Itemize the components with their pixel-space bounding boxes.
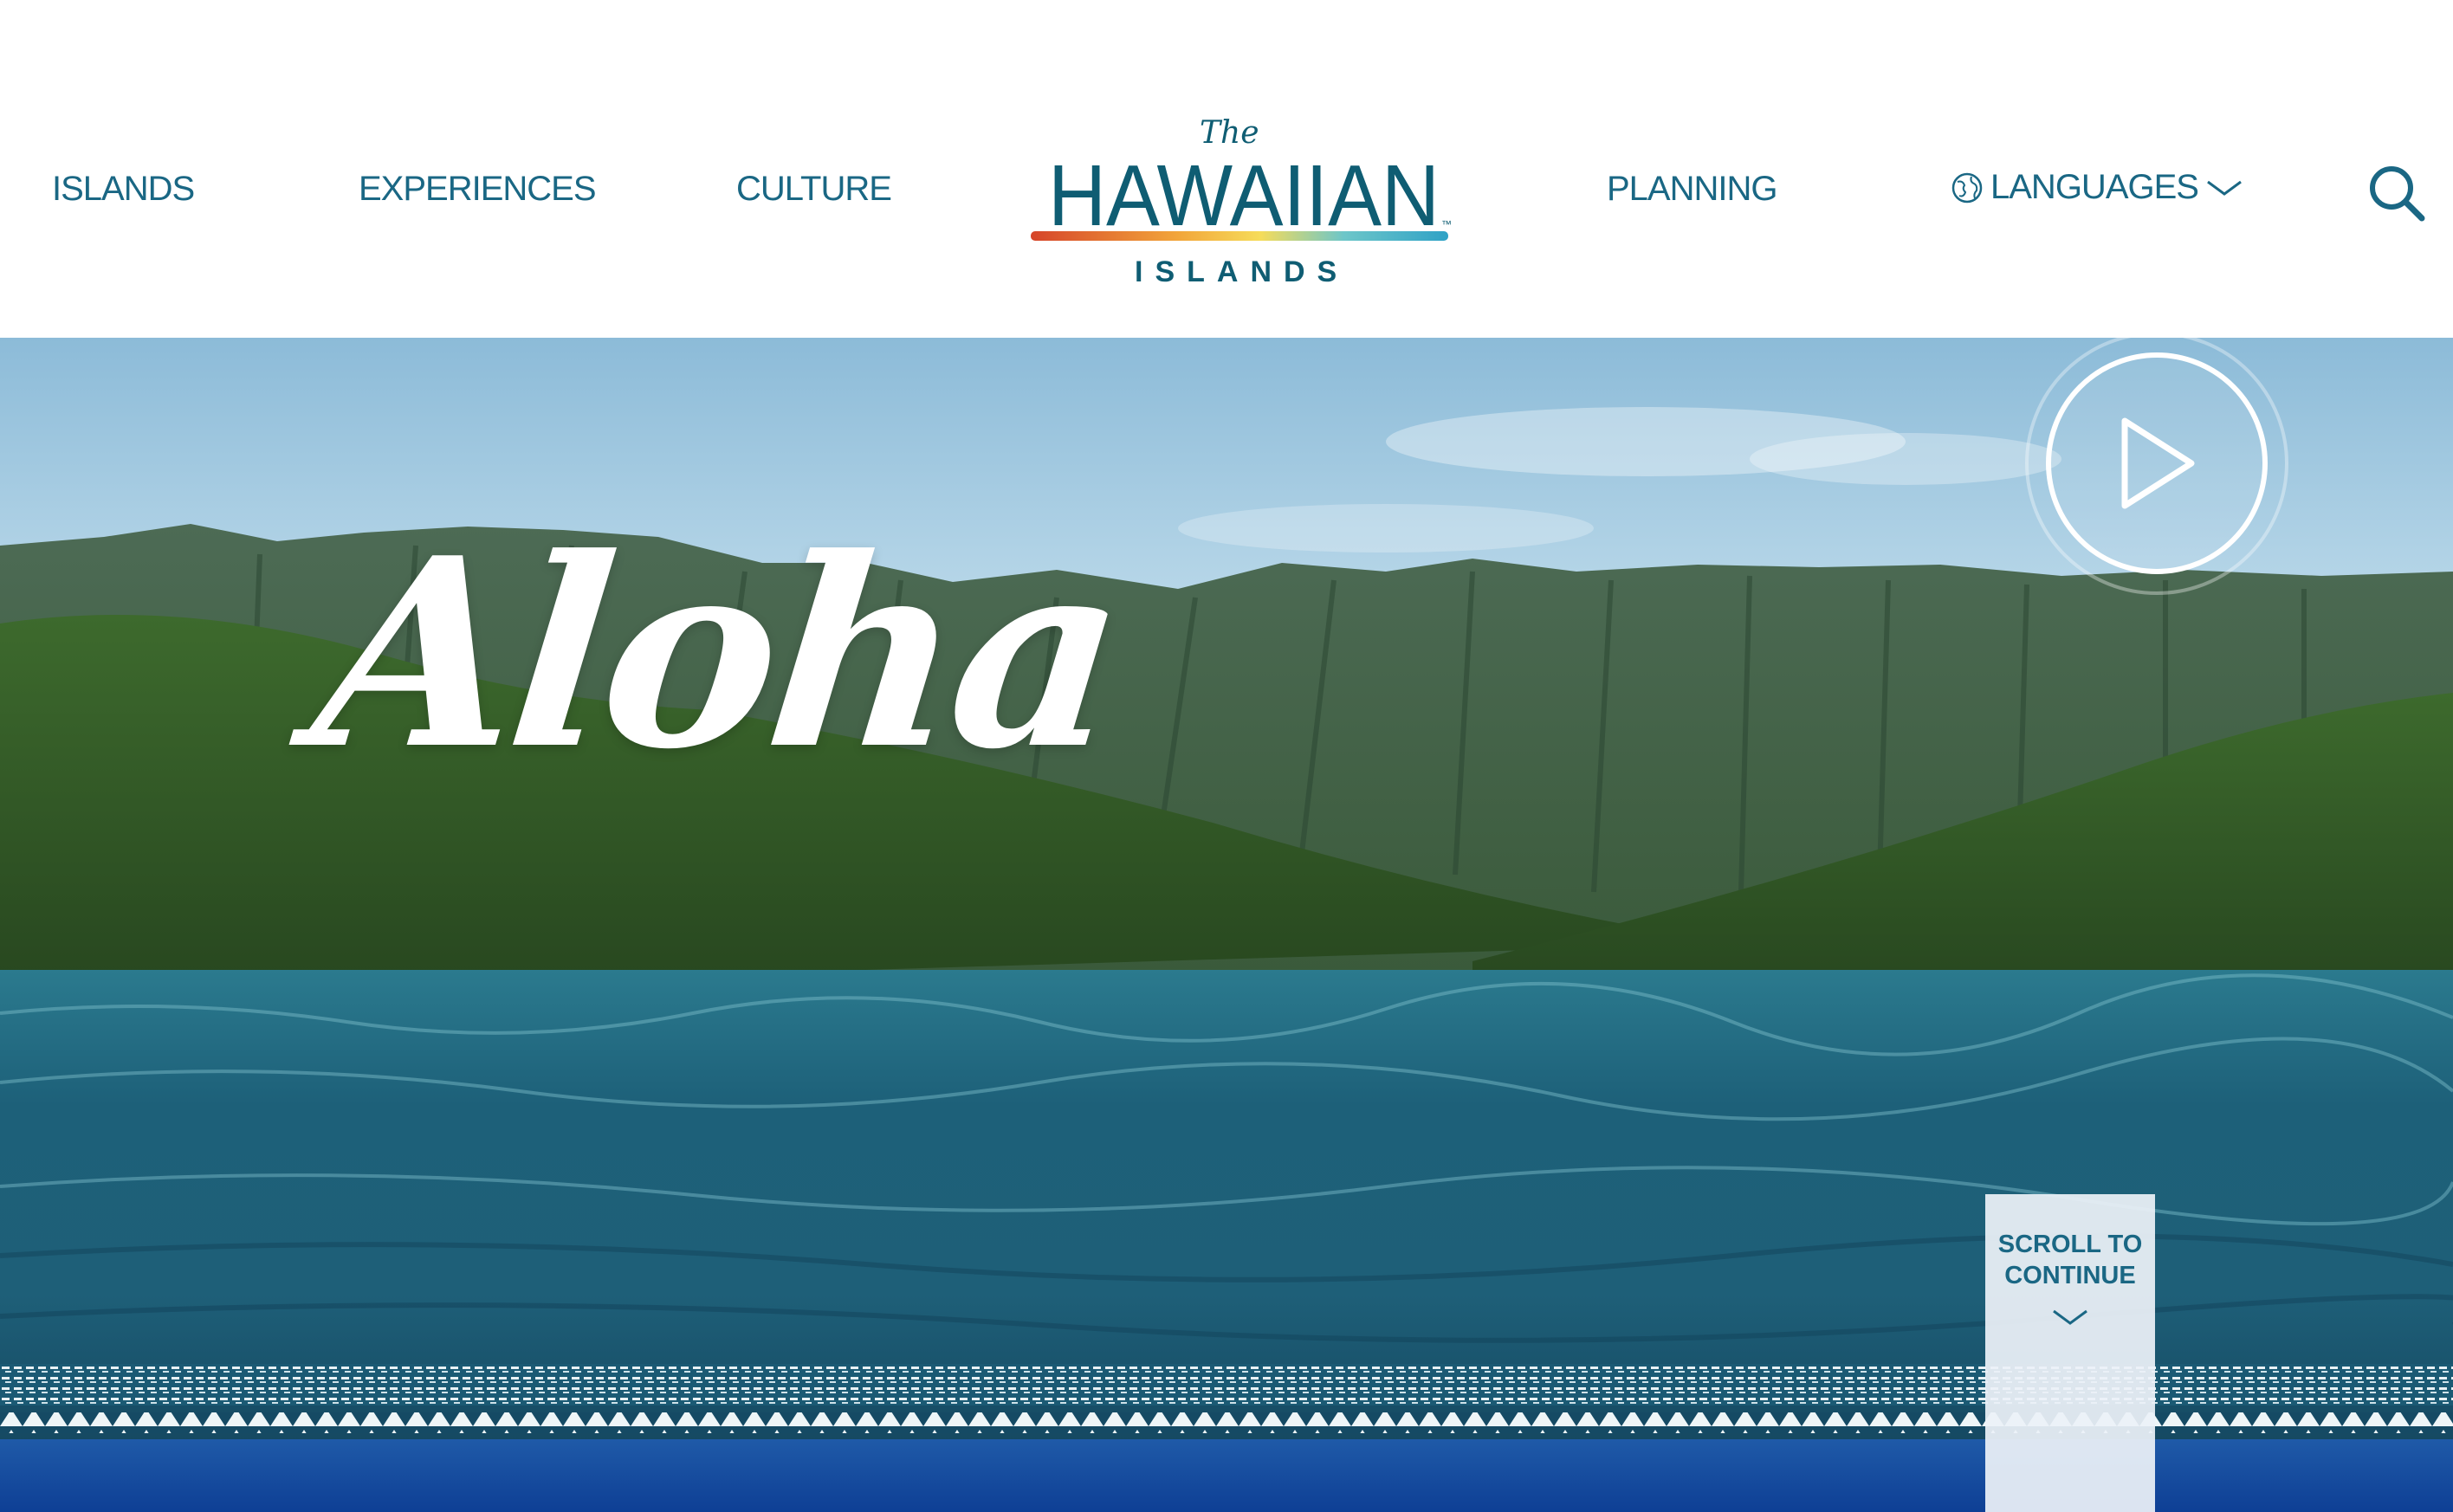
nav-experiences[interactable]: EXPERIENCES — [359, 170, 597, 209]
logo-brand-text: HAWAIIAN — [1048, 147, 1440, 244]
logo-rainbow-stripe — [1031, 231, 1448, 241]
globe-icon — [1951, 172, 1983, 203]
languages-dropdown[interactable]: LANGUAGES — [1951, 168, 2243, 207]
play-video-button[interactable] — [2018, 338, 2295, 615]
logo-the-text: The — [1200, 117, 1259, 151]
scroll-label: SCROLL TO CONTINUE — [1985, 1229, 2155, 1291]
chevron-down-icon — [2053, 1309, 2087, 1325]
scroll-label-line2: CONTINUE — [2004, 1262, 2136, 1289]
nav-culture[interactable]: CULTURE — [736, 170, 892, 209]
nav-planning[interactable]: PLANNING — [1607, 170, 1777, 209]
search-icon — [2370, 166, 2425, 222]
hero-headline: Aloha — [302, 501, 1131, 806]
nav-islands[interactable]: ISLANDS — [52, 170, 195, 209]
languages-label: LANGUAGES — [1990, 168, 2199, 206]
search-button[interactable] — [2366, 163, 2427, 223]
chevron-down-icon — [2207, 180, 2242, 196]
site-header: ISLANDS EXPERIENCES CULTURE The HAWAIIAN… — [0, 0, 2453, 338]
scroll-to-continue-button[interactable]: SCROLL TO CONTINUE — [1985, 1194, 2155, 1512]
site-logo[interactable]: The HAWAIIAN ™ ISLANDS — [1031, 117, 1455, 290]
play-icon — [2025, 338, 2288, 595]
scroll-label-line1: SCROLL TO — [1997, 1231, 2143, 1258]
logo-islands-text: ISLANDS — [1135, 255, 1349, 288]
logo-tm: ™ — [1441, 218, 1452, 230]
